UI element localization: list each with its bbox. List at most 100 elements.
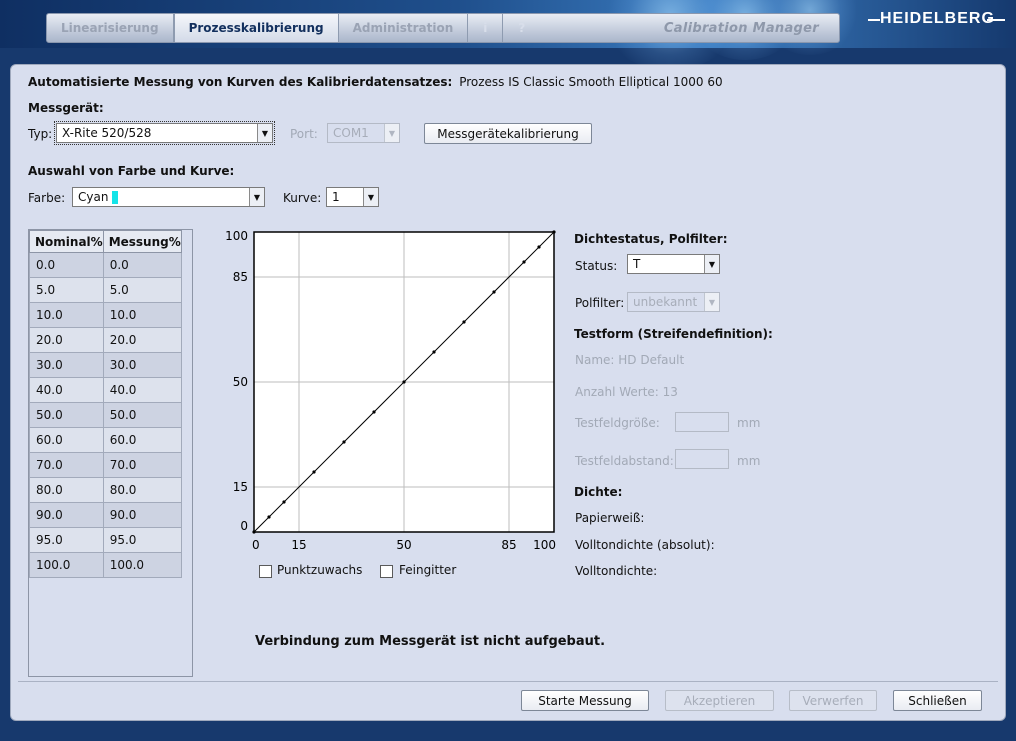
connection-status-message: Verbindung zum Messgerät ist nicht aufge… [255, 634, 606, 649]
nominal-cell[interactable]: 30.0 [29, 352, 104, 378]
start-measurement-button[interactable]: Starte Messung [521, 690, 649, 711]
chevron-down-icon[interactable]: ▼ [249, 188, 264, 206]
tab-prozesskalibrierung[interactable]: Prozesskalibrierung [173, 14, 339, 42]
port-label: Port: [290, 127, 318, 141]
discard-button[interactable]: Verwerfen [789, 690, 877, 711]
table-row[interactable]: 90.0 90.0 [29, 502, 182, 528]
chevron-down-icon[interactable]: ▼ [704, 293, 719, 311]
messung-cell[interactable]: 70.0 [102, 452, 182, 478]
color-label: Farbe: [28, 191, 66, 205]
device-type-select[interactable]: X-Rite 520/528 ▼ [54, 121, 275, 145]
curve-point [267, 515, 271, 519]
brand-line-right [987, 19, 1005, 21]
color-select[interactable]: Cyan ▼ [72, 187, 265, 207]
messung-cell[interactable]: 10.0 [102, 302, 182, 328]
table-row[interactable]: 30.0 30.0 [29, 352, 182, 378]
table-row[interactable]: 100.0 100.0 [29, 552, 182, 578]
curve-point [372, 410, 376, 414]
dataset-label: Automatisierte Messung von Kurven des Ka… [28, 75, 453, 89]
curve-point [342, 440, 346, 444]
nominal-cell[interactable]: 0.0 [29, 252, 104, 278]
nominal-cell[interactable]: 60.0 [29, 427, 104, 453]
table-row[interactable]: 70.0 70.0 [29, 452, 182, 478]
device-calibration-button[interactable]: Messgerätekalibrierung [424, 123, 592, 144]
x-axis-ticks: 0 15 50 85 100 [252, 538, 556, 552]
testfield-spacing-input[interactable] [675, 449, 729, 469]
testform-title: Testform (Streifendefinition): [574, 327, 773, 341]
table-row[interactable]: 80.0 80.0 [29, 477, 182, 503]
accept-button[interactable]: Akzeptieren [665, 690, 774, 711]
color-value: Cyan [78, 190, 109, 204]
port-value: COM1 [333, 126, 369, 140]
status-select[interactable]: T ▼ [627, 254, 720, 274]
tab-administration[interactable]: Administration [339, 14, 469, 42]
nominal-cell[interactable]: 50.0 [29, 402, 104, 428]
messung-cell[interactable]: 40.0 [102, 377, 182, 403]
selection-section-title: Auswahl von Farbe und Kurve: [28, 164, 235, 178]
dataset-name: Prozess IS Classic Smooth Elliptical 100… [459, 75, 723, 89]
port-select[interactable]: COM1 ▼ [327, 123, 400, 143]
messung-cell[interactable]: 50.0 [102, 402, 182, 428]
chevron-down-icon[interactable]: ▼ [704, 255, 719, 273]
chevron-down-icon[interactable]: ▼ [363, 188, 378, 206]
x-tick-label: 50 [396, 538, 411, 552]
messung-cell[interactable]: 95.0 [102, 527, 182, 553]
messung-cell[interactable]: 80.0 [102, 477, 182, 503]
curve-point [312, 470, 316, 474]
messung-cell[interactable]: 30.0 [102, 352, 182, 378]
curve-point [402, 380, 406, 384]
testfield-size-input[interactable] [675, 412, 729, 432]
close-button[interactable]: Schließen [893, 690, 982, 711]
device-section-title: Messgerät: [28, 101, 104, 115]
curve-point [432, 350, 436, 354]
tab-info[interactable]: i [468, 14, 504, 42]
nominal-cell[interactable]: 70.0 [29, 452, 104, 478]
curve-point [282, 500, 286, 504]
nominal-cell[interactable]: 100.0 [29, 552, 104, 578]
table-row[interactable]: 5.0 5.0 [29, 277, 182, 303]
nominal-cell[interactable]: 40.0 [29, 377, 104, 403]
tab-help[interactable]: ? [503, 14, 540, 42]
punktzuwachs-checkbox[interactable] [259, 565, 272, 578]
calibration-curve-chart: 0 15 50 85 100 0 15 50 85 100 [225, 229, 556, 552]
y-tick-label: 85 [233, 270, 248, 284]
column-header-messung[interactable]: Messung% [102, 230, 182, 253]
table-row[interactable]: 10.0 10.0 [29, 302, 182, 328]
measurement-table: Nominal% Messung% 0.0 0.0 5.0 5.0 10.0 10.0 20… [29, 230, 182, 578]
tab-linearisierung[interactable]: Linearisierung [47, 14, 174, 42]
table-row[interactable]: 40.0 40.0 [29, 377, 182, 403]
table-row[interactable]: 95.0 95.0 [29, 527, 182, 553]
y-tick-label: 15 [233, 480, 248, 494]
status-value: T [633, 257, 641, 271]
testfield-spacing-label: Testfeldabstand: [575, 454, 674, 468]
chevron-down-icon[interactable]: ▼ [384, 124, 399, 142]
nominal-cell[interactable]: 80.0 [29, 477, 104, 503]
calibration-panel: Automatisierte Messung von Kurven des Ka… [10, 64, 1006, 721]
x-tick-label: 0 [252, 538, 260, 552]
polfilter-select[interactable]: unbekannt ▼ [627, 292, 720, 312]
feingitter-checkbox[interactable] [380, 565, 393, 578]
curve-select[interactable]: 1 ▼ [326, 187, 379, 207]
curve-point [522, 260, 526, 264]
nominal-cell[interactable]: 20.0 [29, 327, 104, 353]
curve-label: Kurve: [283, 191, 322, 205]
messung-cell[interactable]: 100.0 [102, 552, 182, 578]
table-row[interactable]: 50.0 50.0 [29, 402, 182, 428]
nominal-cell[interactable]: 95.0 [29, 527, 104, 553]
y-tick-label: 0 [240, 519, 248, 533]
curve-value: 1 [332, 190, 340, 204]
messung-cell[interactable]: 5.0 [102, 277, 182, 303]
messung-cell[interactable]: 60.0 [102, 427, 182, 453]
table-row[interactable]: 20.0 20.0 [29, 327, 182, 353]
device-type-value: X-Rite 520/528 [62, 126, 152, 140]
table-row[interactable]: 60.0 60.0 [29, 427, 182, 453]
nominal-cell[interactable]: 5.0 [29, 277, 104, 303]
column-header-nominal[interactable]: Nominal% [29, 230, 104, 253]
nominal-cell[interactable]: 10.0 [29, 302, 104, 328]
messung-cell[interactable]: 0.0 [102, 252, 182, 278]
chevron-down-icon[interactable]: ▼ [257, 124, 272, 142]
table-row[interactable]: 0.0 0.0 [29, 252, 182, 278]
nominal-cell[interactable]: 90.0 [29, 502, 104, 528]
messung-cell[interactable]: 20.0 [102, 327, 182, 353]
messung-cell[interactable]: 90.0 [102, 502, 182, 528]
